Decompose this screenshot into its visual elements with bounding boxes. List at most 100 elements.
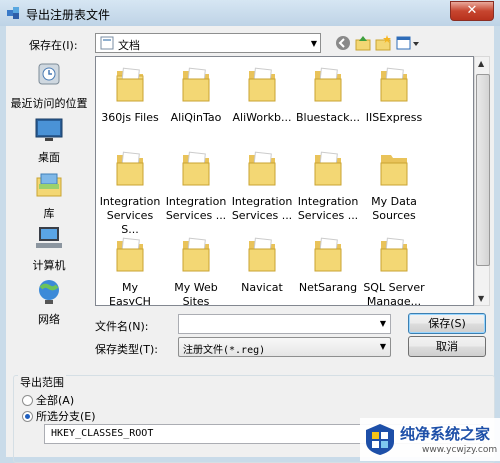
back-icon[interactable] bbox=[334, 34, 352, 52]
folder-item[interactable]: Integration Services S... bbox=[97, 149, 163, 237]
folder-icon bbox=[314, 151, 342, 186]
folder-name: NetSarang bbox=[298, 281, 358, 294]
look-in-dropdown[interactable]: 文档 ▼ bbox=[95, 33, 321, 53]
folder-name-2: Sources bbox=[372, 209, 416, 222]
place-computer[interactable]: 计算机 bbox=[8, 224, 90, 273]
folder-item[interactable]: My Data Sources bbox=[361, 149, 427, 223]
chevron-down-icon: ▼ bbox=[310, 39, 317, 48]
folder-icon bbox=[380, 237, 408, 272]
filetype-value: 注册文件(*.reg) bbox=[183, 345, 266, 356]
recent-places-icon bbox=[38, 63, 60, 85]
up-folder-icon[interactable] bbox=[354, 34, 372, 52]
place-libraries[interactable]: 库 bbox=[8, 172, 90, 221]
scroll-up-icon[interactable]: ▲ bbox=[478, 59, 484, 68]
new-folder-icon[interactable] bbox=[374, 34, 392, 52]
place-recent[interactable]: 最近访问的位置 bbox=[8, 60, 90, 111]
folder-icon bbox=[182, 67, 210, 102]
look-in-value: 文档 bbox=[118, 39, 140, 52]
place-network[interactable]: 网络 bbox=[8, 278, 90, 327]
folder-name-2: Manage... bbox=[366, 295, 422, 306]
folder-icon bbox=[182, 237, 210, 272]
folder-item[interactable]: SQL Server Manage... bbox=[361, 235, 427, 306]
folder-name: SQL Server bbox=[363, 281, 425, 294]
watermark-overlay: 纯净系统之家 www.ycwjzy.com bbox=[360, 418, 500, 461]
folder-item[interactable]: Integration Services ... bbox=[295, 149, 361, 223]
folder-item[interactable]: Integration Services ... bbox=[229, 149, 295, 223]
regedit-app-icon bbox=[7, 7, 19, 19]
place-label: 网络 bbox=[38, 313, 60, 326]
radio-all[interactable]: 全部(A) bbox=[22, 392, 74, 408]
libraries-icon bbox=[36, 173, 62, 197]
folder-name: My bbox=[121, 281, 138, 294]
network-icon bbox=[39, 280, 59, 304]
folder-icon bbox=[182, 151, 210, 186]
view-menu-icon[interactable] bbox=[396, 34, 420, 52]
save-button[interactable]: 保存(S) bbox=[408, 313, 486, 334]
file-list[interactable]: 360js Files AliQinTao AliWorkb... Bluest… bbox=[95, 56, 474, 306]
desktop-icon bbox=[35, 118, 63, 141]
window-title: 导出注册表文件 bbox=[26, 8, 111, 22]
place-label: 计算机 bbox=[32, 259, 66, 272]
chevron-down-icon: ▼ bbox=[379, 342, 386, 351]
filename-label: 文件名(N): bbox=[95, 320, 149, 333]
folder-icon bbox=[116, 67, 144, 102]
folder-item[interactable]: AliWorkb... bbox=[229, 65, 295, 125]
folder-name-2: Services ... bbox=[165, 209, 227, 222]
radio-button[interactable] bbox=[22, 395, 33, 406]
folder-item[interactable]: Navicat bbox=[229, 235, 295, 295]
branch-key-value: HKEY_CLASSES_ROOT bbox=[51, 428, 154, 439]
folder-item[interactable]: IISExpress bbox=[361, 65, 427, 125]
folder-name-2: Sites bbox=[182, 295, 210, 306]
place-desktop[interactable]: 桌面 bbox=[8, 116, 90, 165]
scrollbar-thumb[interactable] bbox=[476, 74, 490, 266]
scroll-down-icon[interactable]: ▼ bbox=[478, 294, 484, 303]
folder-name-2: EasyCH bbox=[109, 295, 151, 306]
folder-icon bbox=[248, 67, 276, 102]
radio-all-label: 全部(A) bbox=[36, 394, 75, 407]
computer-icon bbox=[36, 227, 62, 248]
folder-item[interactable]: NetSarang bbox=[295, 235, 361, 295]
folder-name: IISExpress bbox=[365, 111, 423, 124]
folder-icon bbox=[116, 151, 144, 186]
filename-input[interactable]: ▼ bbox=[178, 314, 391, 334]
folder-icon bbox=[248, 237, 276, 272]
filetype-dropdown[interactable]: 注册文件(*.reg) ▼ bbox=[178, 337, 391, 357]
folder-item[interactable]: AliQinTao bbox=[163, 65, 229, 125]
folder-icon bbox=[314, 237, 342, 272]
folder-name: 360js Files bbox=[101, 111, 159, 124]
cancel-button[interactable]: 取消 bbox=[408, 336, 486, 357]
folder-icon bbox=[314, 67, 342, 102]
watermark-logo-icon bbox=[366, 424, 394, 455]
chevron-down-icon[interactable]: ▼ bbox=[380, 319, 386, 328]
folder-name: Integration bbox=[99, 195, 161, 208]
folder-item[interactable]: 360js Files bbox=[97, 65, 163, 125]
folder-name-2: Services S... bbox=[106, 209, 154, 236]
export-range-title: 导出范围 bbox=[18, 374, 66, 390]
folder-name: Navicat bbox=[241, 281, 283, 294]
close-button[interactable]: ✕ bbox=[450, 1, 494, 21]
folder-name-2: Services ... bbox=[297, 209, 359, 222]
places-bar: 最近访问的位置 桌面 库 计算机 网络 bbox=[8, 56, 90, 362]
documents-icon bbox=[100, 36, 114, 50]
folder-item[interactable]: Bluestack... bbox=[295, 65, 361, 125]
folder-icon bbox=[380, 155, 408, 186]
radio-button-selected[interactable] bbox=[22, 411, 33, 422]
look-in-label: 保存在(I): bbox=[29, 39, 78, 52]
folder-item[interactable]: My EasyCH bbox=[97, 235, 163, 306]
watermark-url: www.ycwjzy.com bbox=[422, 445, 498, 455]
folder-name: AliQinTao bbox=[170, 111, 222, 124]
folder-item[interactable]: My Web Sites bbox=[163, 235, 229, 306]
folder-item[interactable]: Integration Services ... bbox=[163, 149, 229, 223]
title-bar: 导出注册表文件 ✕ bbox=[0, 0, 500, 26]
filetype-label: 保存类型(T): bbox=[95, 343, 159, 356]
folder-icon bbox=[116, 237, 144, 272]
watermark-title: 纯净系统之家 bbox=[400, 425, 491, 443]
folder-name: Integration bbox=[231, 195, 293, 208]
folder-icon bbox=[248, 151, 276, 186]
place-label: 桌面 bbox=[38, 151, 60, 164]
file-list-scrollbar[interactable]: ▲ ▼ bbox=[474, 56, 490, 306]
folder-icon bbox=[380, 67, 408, 102]
folder-name: Integration bbox=[297, 195, 359, 208]
folder-name: My Web bbox=[174, 281, 218, 294]
radio-selected-branch[interactable]: 所选分支(E) bbox=[22, 408, 96, 424]
